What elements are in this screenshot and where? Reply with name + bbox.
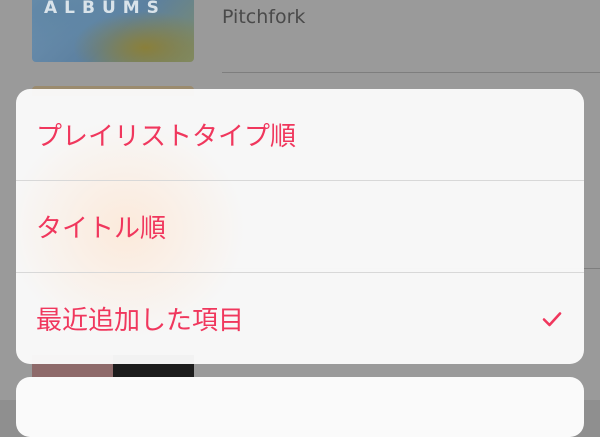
cancel-button[interactable] [16,377,584,437]
sort-action-sheet: プレイリストタイプ順 タイトル順 最近追加した項目 [16,89,584,364]
sort-option-title[interactable]: タイトル順 [16,181,584,272]
sort-option-label: タイトル順 [36,214,167,244]
album-artwork-text: ALBUMS [44,0,166,18]
album-subtitle: Pitchfork [222,6,306,28]
album-artwork[interactable]: ALBUMS [32,0,194,62]
list-divider [222,72,600,73]
sort-option-label: プレイリストタイプ順 [36,122,297,152]
sort-option-recently-added[interactable]: 最近追加した項目 [16,273,584,364]
sort-option-label: 最近追加した項目 [36,306,245,336]
checkmark-icon [542,311,562,326]
sort-option-playlist-type[interactable]: プレイリストタイプ順 [16,89,584,180]
